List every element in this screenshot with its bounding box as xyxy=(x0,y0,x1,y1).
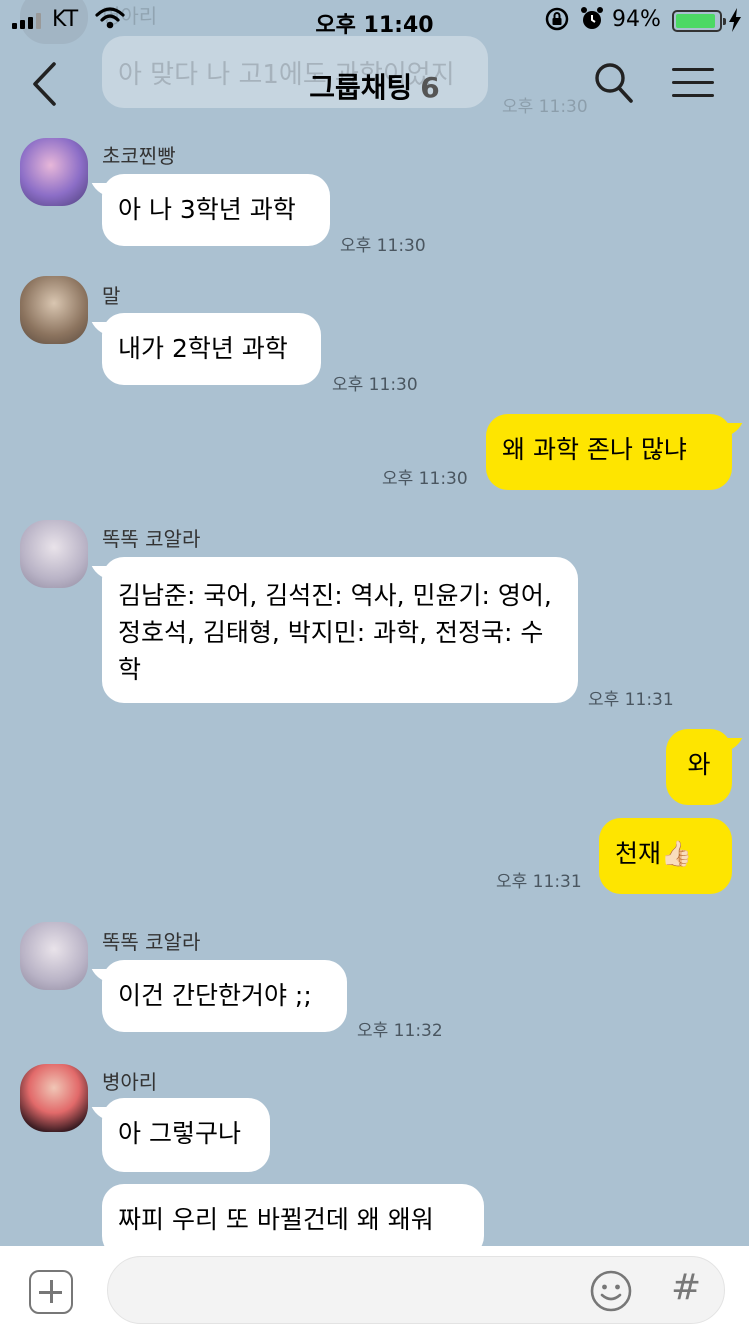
message-bubble[interactable]: 아 나 3학년 과학 xyxy=(102,174,330,246)
my-message-bubble[interactable]: 와 xyxy=(666,729,732,805)
hamburger-menu-icon[interactable] xyxy=(672,68,714,98)
status-bar: KT 오후 11:40 94% xyxy=(0,0,749,40)
avatar-koala[interactable] xyxy=(20,520,88,588)
rotation-lock-icon xyxy=(545,7,569,31)
battery-icon xyxy=(672,10,726,32)
message-time: 오후 11:31 xyxy=(496,872,582,892)
alarm-icon xyxy=(581,7,603,29)
avatar-mal[interactable] xyxy=(20,276,88,344)
message-time: 오후 11:30 xyxy=(340,236,426,256)
message-input[interactable] xyxy=(128,1271,568,1311)
avatar-byeongari[interactable] xyxy=(20,1064,88,1132)
sender-name: 말 xyxy=(102,284,121,308)
avatar-chocochan[interactable] xyxy=(20,138,88,206)
sender-name: 초코찐빵 xyxy=(102,144,176,168)
search-icon[interactable] xyxy=(594,62,634,104)
my-message-bubble[interactable]: 왜 과학 존나 많냐 xyxy=(486,414,732,490)
sender-name: 똑똑 코알라 xyxy=(102,527,201,551)
battery-percent: 94% xyxy=(612,7,661,32)
chat-title: 그룹채팅 6 xyxy=(0,66,749,106)
message-bubble[interactable]: 김남준: 국어, 김석진: 역사, 민윤기: 영어, 정호석, 김태형, 박지민… xyxy=(102,557,578,703)
sender-name: 병아리 xyxy=(102,1070,158,1094)
chat-title-text: 그룹채팅 xyxy=(309,71,413,104)
sender-name: 똑똑 코알라 xyxy=(102,930,201,954)
emoji-icon[interactable] xyxy=(589,1269,633,1313)
message-input-container[interactable]: # xyxy=(107,1256,725,1324)
message-bubble[interactable]: 아 그렇구나 xyxy=(102,1098,270,1172)
member-count: 6 xyxy=(420,71,440,104)
plus-icon[interactable] xyxy=(29,1270,73,1314)
message-bubble[interactable]: 내가 2학년 과학 xyxy=(102,313,321,385)
message-time: 오후 11:30 xyxy=(332,375,418,395)
message-time: 오후 11:30 xyxy=(382,469,468,489)
hash-icon[interactable]: # xyxy=(671,1267,701,1308)
input-bar: # xyxy=(0,1246,749,1334)
thumbs-up-emoji: 👍🏻 xyxy=(661,839,693,868)
my-message-bubble[interactable]: 천재👍🏻 xyxy=(599,818,732,894)
message-text: 천재 xyxy=(615,839,662,868)
message-time: 오후 11:32 xyxy=(357,1021,443,1041)
message-time: 오후 11:31 xyxy=(588,690,674,710)
avatar-koala[interactable] xyxy=(20,922,88,990)
message-bubble[interactable]: 이건 간단한거야 ;; xyxy=(102,960,347,1032)
charging-icon xyxy=(729,8,741,32)
